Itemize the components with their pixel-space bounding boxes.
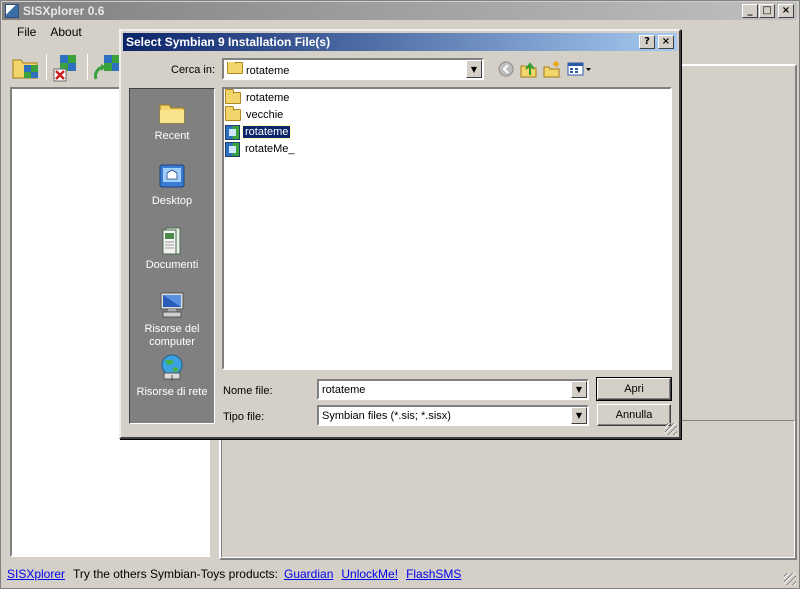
look-in-dropdown[interactable]: rotateme ▼ (222, 58, 484, 80)
place-recent-label: Recent (154, 130, 190, 142)
file-list[interactable]: rotateme vecchie rotateme rotateMe_ (222, 87, 672, 370)
place-desktop[interactable]: Desktop (130, 162, 214, 208)
toolbar-separator (46, 54, 47, 80)
look-in-value-wrap: rotateme (224, 61, 466, 77)
filetype-value: Symbian files (*.sis; *.sisx) (322, 409, 451, 422)
open-sis-button[interactable] (10, 51, 42, 83)
chevron-down-icon[interactable]: ▼ (571, 381, 587, 398)
documents-icon (157, 226, 187, 256)
dialog-help-button[interactable]: ? (639, 35, 655, 49)
file-item-label: vecchie (246, 109, 284, 121)
recent-folder-icon (157, 97, 187, 127)
chevron-down-icon[interactable]: ▼ (571, 407, 587, 424)
toolbar (10, 50, 128, 84)
network-places-icon (157, 353, 187, 383)
dialog-close-button[interactable]: × (658, 35, 674, 49)
dialog-resize-grip[interactable] (665, 423, 677, 435)
guardian-link[interactable]: Guardian (284, 567, 333, 581)
view-menu-button[interactable] (567, 59, 593, 79)
sisxplorer-link[interactable]: SISXplorer (7, 567, 65, 581)
file-item-label: rotateme (246, 92, 290, 104)
file-item-sis-selected[interactable]: rotateme (225, 124, 292, 140)
menubar: File About (3, 22, 90, 42)
remove-package-button[interactable] (51, 51, 83, 83)
statusbar-text: Try the others Symbian-Toys products: (73, 567, 278, 581)
file-item-label: rotateMe_ (245, 143, 295, 155)
dialog-titlebar: Select Symbian 9 Installation File(s) ? … (123, 33, 677, 51)
new-folder-button[interactable] (542, 59, 562, 79)
filename-label: Nome file: (223, 385, 273, 397)
file-item-sis[interactable]: rotateMe_ (225, 141, 297, 157)
places-bar: Recent Desktop Documenti Risorse del com… (129, 88, 215, 424)
filename-input[interactable]: rotateme ▼ (317, 379, 589, 400)
place-desktop-label: Desktop (151, 195, 193, 207)
folder-icon (227, 61, 243, 74)
folder-icon (225, 89, 241, 104)
sis-file-icon (225, 141, 240, 157)
folder-icon (225, 106, 241, 121)
menu-about[interactable]: About (44, 25, 89, 39)
minimize-button[interactable]: _ (742, 4, 758, 18)
statusbar: SISXplorer Try the others Symbian-Toys p… (2, 562, 797, 586)
place-recent[interactable]: Recent (130, 97, 214, 143)
menu-file[interactable]: File (3, 25, 44, 39)
look-in-label: Cerca in: (171, 64, 216, 76)
look-in-value: rotateme (246, 64, 290, 77)
file-item-folder[interactable]: vecchie (225, 106, 285, 123)
place-documents-label: Documenti (145, 259, 199, 271)
open-sis-icon (12, 59, 38, 79)
folder-up-icon (520, 62, 537, 78)
chevron-down-icon[interactable]: ▼ (466, 60, 482, 78)
filename-value[interactable]: rotateme (319, 384, 571, 396)
place-my-computer[interactable]: Risorse del computer (130, 290, 214, 349)
toolbar-separator (87, 54, 88, 80)
remove-package-icon (53, 55, 76, 82)
open-button[interactable]: Apri (596, 377, 672, 401)
file-item-folder[interactable]: rotateme (225, 89, 291, 106)
unlockme-link[interactable]: UnlockMe! (341, 567, 398, 581)
back-button[interactable] (496, 59, 516, 79)
filetype-label: Tipo file: (223, 411, 265, 423)
dialog-title: Select Symbian 9 Installation File(s) (126, 35, 331, 49)
desktop-icon (157, 162, 187, 192)
place-documents[interactable]: Documenti (130, 226, 214, 272)
place-network-label: Risorse di rete (136, 386, 208, 398)
up-one-level-button[interactable] (519, 59, 539, 79)
place-network[interactable]: Risorse di rete (130, 353, 214, 399)
app-icon (5, 4, 19, 18)
maximize-button[interactable]: □ (759, 4, 775, 18)
close-button[interactable]: × (778, 4, 794, 18)
back-arrow-icon (498, 61, 514, 77)
open-file-dialog: Select Symbian 9 Installation File(s) ? … (119, 29, 681, 439)
flashsms-link[interactable]: FlashSMS (406, 567, 461, 581)
window-title: SISXplorer 0.6 (23, 4, 105, 18)
sis-file-icon (225, 124, 240, 140)
file-item-label: rotateme (241, 125, 292, 139)
cancel-button[interactable]: Annulla (597, 404, 671, 426)
place-my-computer-label: Risorse del computer (144, 323, 200, 348)
new-folder-icon (543, 61, 560, 78)
main-titlebar: SISXplorer 0.6 _ □ × (2, 2, 797, 20)
my-computer-icon (157, 290, 187, 320)
window-resize-grip[interactable] (784, 573, 796, 585)
view-menu-icon (567, 62, 591, 76)
filetype-dropdown[interactable]: Symbian files (*.sis; *.sisx) ▼ (317, 405, 589, 426)
details-lower-pane (221, 420, 795, 558)
